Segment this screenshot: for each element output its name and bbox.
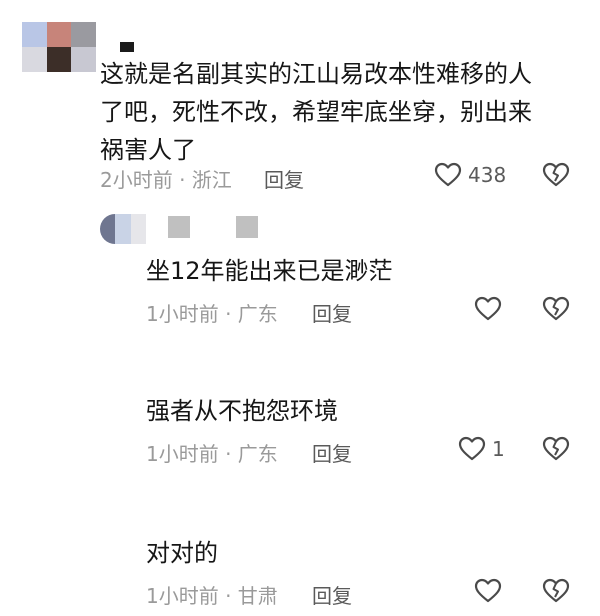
like-count: 1 bbox=[492, 437, 505, 461]
username[interactable] bbox=[146, 500, 192, 524]
comment-meta: 1小时前 · 广东 bbox=[146, 302, 278, 326]
avatar-tile bbox=[130, 214, 146, 244]
heart-outline-icon bbox=[474, 296, 502, 322]
avatar-tile bbox=[96, 358, 113, 380]
dislike-button[interactable] bbox=[542, 296, 570, 322]
reply-button[interactable]: 回复 bbox=[312, 438, 352, 467]
heart-outline-icon bbox=[458, 436, 486, 462]
avatar-tile bbox=[46, 47, 72, 72]
avatar-tile bbox=[46, 22, 72, 47]
username-blur-segment bbox=[168, 216, 190, 238]
dislike-button[interactable] bbox=[542, 578, 570, 604]
avatar-tile bbox=[71, 47, 96, 72]
username[interactable] bbox=[120, 42, 134, 52]
reply-button[interactable]: 回复 bbox=[312, 298, 352, 327]
avatar-tile bbox=[96, 500, 113, 524]
comment-meta: 1小时前 · 广东 bbox=[146, 442, 278, 466]
broken-heart-icon bbox=[542, 162, 570, 188]
comment-text: 坐12年能出来已是渺茫 bbox=[146, 257, 393, 285]
heart-outline-icon bbox=[434, 162, 462, 188]
avatar-tile bbox=[22, 22, 47, 47]
avatar[interactable] bbox=[100, 214, 146, 244]
comment-text: 这就是名副其实的江山易改本性难移的人 了吧，死性不改，希望牢底坐穿，别出来 祸害… bbox=[100, 60, 532, 164]
avatar-tile bbox=[71, 22, 96, 47]
reply-button[interactable]: 回复 bbox=[312, 580, 352, 609]
username[interactable] bbox=[168, 216, 258, 238]
avatar[interactable] bbox=[22, 22, 96, 72]
like-count: 438 bbox=[468, 163, 507, 187]
comment-4: 对对的 1小时前 · 甘肃 回复 bbox=[0, 480, 600, 616]
broken-heart-icon bbox=[542, 436, 570, 462]
avatar[interactable] bbox=[96, 500, 146, 524]
avatar-tile bbox=[129, 500, 146, 524]
like-button[interactable] bbox=[474, 296, 508, 322]
username-blur-segment bbox=[120, 42, 134, 52]
like-button[interactable] bbox=[474, 578, 508, 604]
comment-text: 强者从不抱怨环境 bbox=[146, 397, 338, 425]
username[interactable] bbox=[168, 356, 258, 378]
heart-outline-icon bbox=[474, 578, 502, 604]
comment-2: 坐12年能出来已是渺茫 1小时前 · 广东 回复 bbox=[0, 200, 600, 340]
like-button[interactable]: 438 bbox=[434, 162, 506, 188]
comment-meta: 1小时前 · 甘肃 bbox=[146, 584, 278, 608]
dislike-button[interactable] bbox=[542, 436, 570, 462]
comment-1: 这就是名副其实的江山易改本性难移的人 了吧，死性不改，希望牢底坐穿，别出来 祸害… bbox=[0, 0, 600, 200]
avatar-tile bbox=[22, 47, 47, 72]
comment-3: 强者从不抱怨环境 1小时前 · 广东 回复 1 bbox=[0, 340, 600, 480]
avatar-tile bbox=[113, 358, 130, 380]
comment-text: 对对的 bbox=[146, 539, 218, 567]
username-blur-segment bbox=[236, 356, 258, 378]
avatar-tile bbox=[113, 500, 130, 524]
reply-button[interactable]: 回复 bbox=[264, 164, 304, 193]
avatar-tile bbox=[129, 358, 146, 380]
like-button[interactable]: 1 bbox=[458, 436, 505, 462]
broken-heart-icon bbox=[542, 296, 570, 322]
dislike-button[interactable] bbox=[542, 162, 570, 188]
broken-heart-icon bbox=[542, 578, 570, 604]
avatar-tile bbox=[115, 214, 131, 244]
comment-meta: 2小时前 · 浙江 bbox=[100, 168, 232, 192]
username-blur-segment bbox=[146, 500, 192, 524]
avatar[interactable] bbox=[96, 358, 146, 380]
username-blur-segment bbox=[168, 356, 190, 378]
username-blur-segment bbox=[236, 216, 258, 238]
avatar-tile bbox=[100, 214, 116, 244]
